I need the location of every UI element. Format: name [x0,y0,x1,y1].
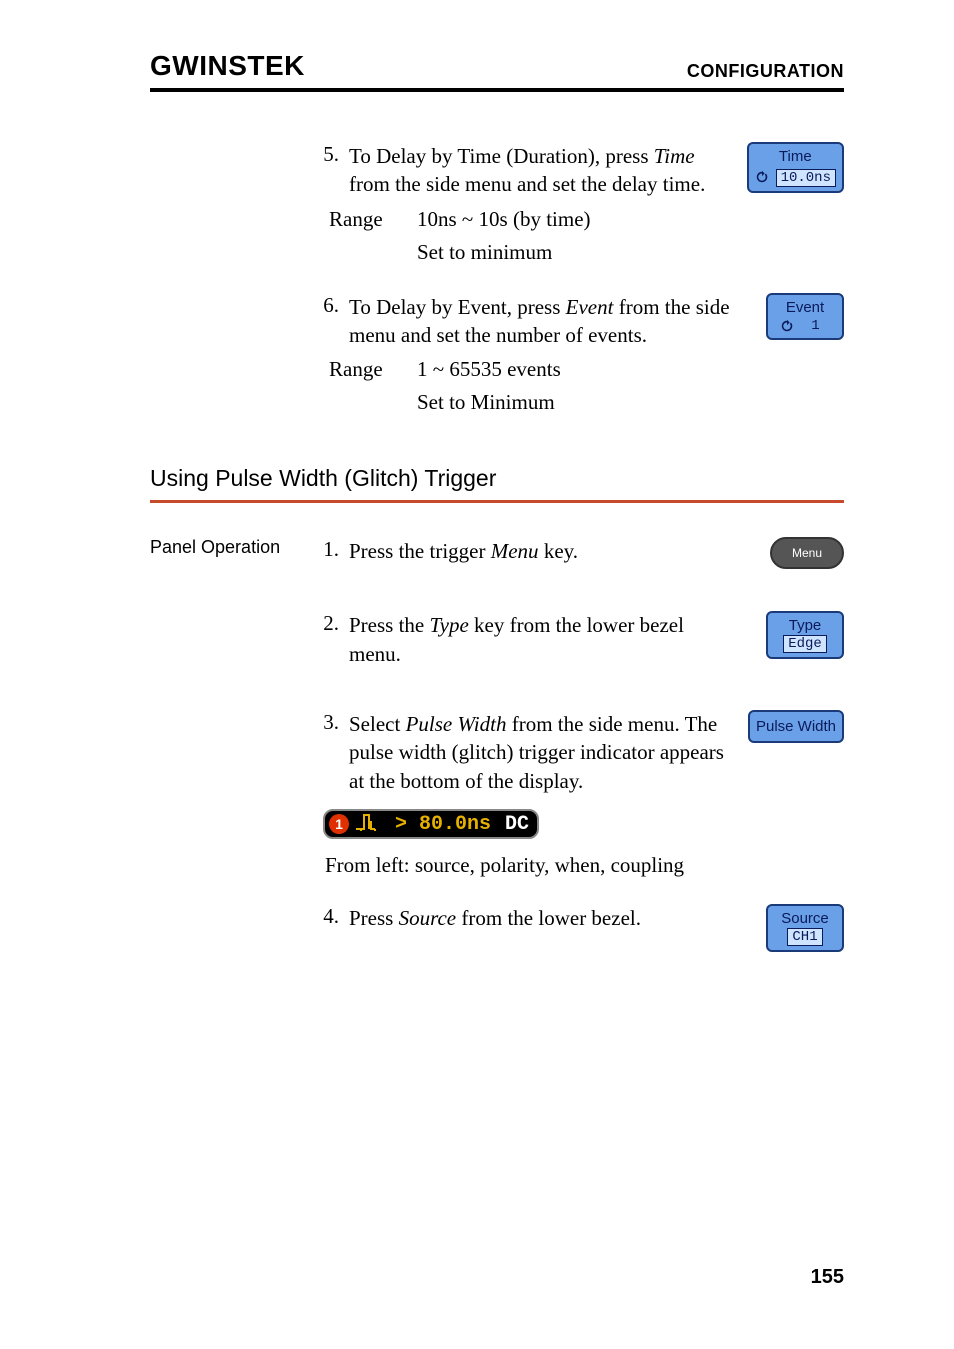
panel-operation-label: Panel Operation [150,537,315,558]
step-number: 3. [315,710,339,735]
page-number: 155 [811,1266,844,1289]
rotary-icon [780,319,794,333]
rotary-icon [755,170,769,184]
indicator-polarity-icon [355,811,389,838]
step-text: Select Pulse Width from the side menu. T… [349,710,734,795]
softkey-label: Source [776,910,834,927]
range-value: 10ns ~ 10s (by time) [417,207,844,232]
softkey-type[interactable]: Type Edge [766,611,844,659]
range-note: Set to Minimum [417,390,844,415]
trigger-indicator: 1 > 80.0ns DC [323,809,539,839]
step-number: 1. [315,537,339,562]
step-text: Press the Type key from the lower bezel … [349,611,734,668]
indicator-caption: From left: source, polarity, when, coupl… [325,853,844,878]
section-title: Using Pulse Width (Glitch) Trigger [150,465,844,492]
softkey-value: Edge [783,635,827,653]
range-value: 1 ~ 65535 events [417,357,844,382]
range-note: Set to minimum [417,240,844,265]
softkey-label: Time [755,148,836,165]
softkey-event[interactable]: Event 1 [766,293,844,340]
softkey-pulse-width[interactable]: Pulse Width [748,710,844,743]
softkey-label: Event [774,299,836,316]
step-text: Press the trigger Menu key. [349,537,734,565]
page-header: GWINSTEK CONFIGURATION [150,50,844,92]
softkey-value: 1 [801,318,829,334]
softkey-value: CH1 [787,928,822,946]
step-number: 2. [315,611,339,636]
step-number: 4. [315,904,339,929]
step-text: To Delay by Event, press Event from the … [349,293,734,350]
softkey-value: 10.0ns [776,169,836,187]
indicator-coupling: DC [505,813,529,836]
hardkey-label: Menu [792,546,822,560]
step-number: 6. [315,293,339,318]
softkey-source[interactable]: Source CH1 [766,904,844,952]
range-label: Range [329,357,417,382]
indicator-source: 1 [329,814,349,834]
step-text: Press Source from the lower bezel. [349,904,734,932]
softkey-time[interactable]: Time 10.0ns [747,142,844,193]
softkey-label: Type [776,617,834,634]
step-number: 5. [315,142,339,167]
step-text: To Delay by Time (Duration), press Time … [349,142,734,199]
section-rule [150,500,844,503]
section-name: CONFIGURATION [687,61,844,82]
range-label: Range [329,207,417,232]
indicator-when: > 80.0ns [395,813,491,836]
brand-logo: GWINSTEK [150,50,305,82]
softkey-label: Pulse Width [756,718,836,735]
menu-hardkey[interactable]: Menu [770,537,844,569]
